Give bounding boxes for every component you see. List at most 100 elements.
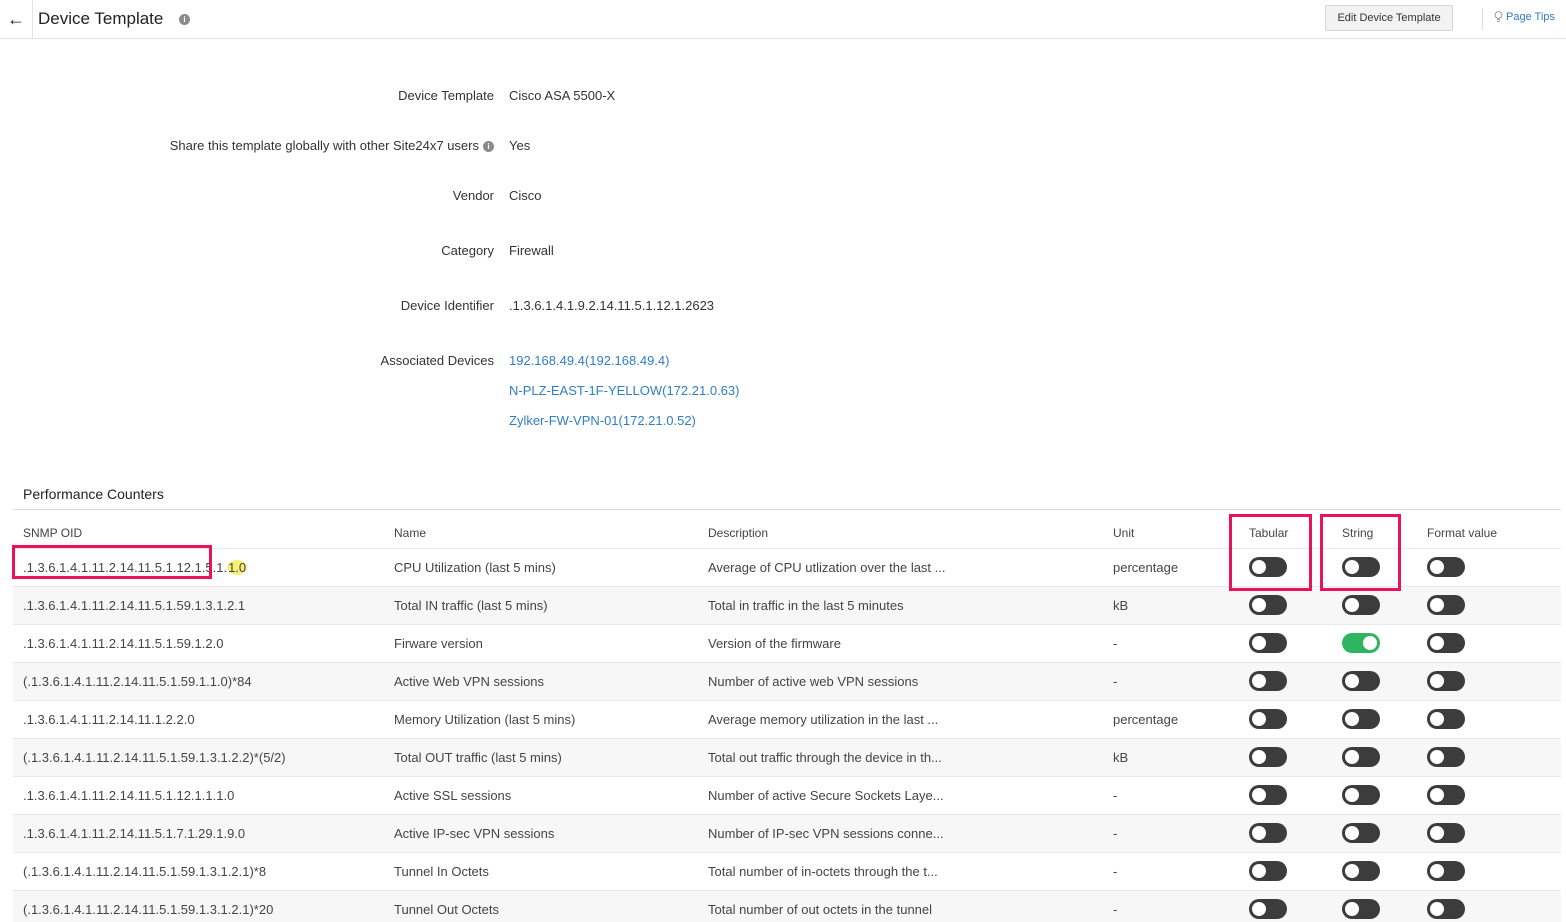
format-value-toggle[interactable]: [1427, 823, 1465, 843]
info-icon[interactable]: i: [483, 141, 494, 152]
device-identifier-value: .1.3.6.1.4.1.9.2.14.11.5.1.12.1.2623: [509, 298, 715, 313]
counter-unit-cell: kB: [1113, 598, 1129, 613]
counter-unit-cell: kB: [1113, 750, 1129, 765]
toggle-knob: [1430, 636, 1444, 650]
counter-name-cell: Active IP-sec VPN sessions: [394, 826, 555, 841]
snmp-oid-cell: .1.3.6.1.4.1.11.2.14.11.5.1.12.1.5.1.1.0: [23, 549, 383, 586]
tabular-toggle[interactable]: [1249, 557, 1287, 577]
tabular-toggle[interactable]: [1249, 899, 1287, 919]
format-value-toggle[interactable]: [1427, 671, 1465, 691]
snmp-oid-cell: .1.3.6.1.4.1.11.2.14.11.5.1.7.1.29.1.9.0: [23, 815, 383, 852]
counter-unit-cell: percentage: [1113, 712, 1179, 727]
string-toggle[interactable]: [1342, 671, 1380, 691]
column-header-name: Name: [394, 526, 427, 540]
page-tips-link[interactable]: Page Tips: [1494, 11, 1555, 23]
string-toggle[interactable]: [1342, 899, 1380, 919]
associated-device-link[interactable]: N-PLZ-EAST-1F-YELLOW(172.21.0.63): [509, 383, 739, 398]
info-icon[interactable]: i: [179, 14, 190, 25]
string-toggle[interactable]: [1342, 785, 1380, 805]
snmp-oid-cell: (.1.3.6.1.4.1.11.2.14.11.5.1.59.1.3.1.2.…: [23, 853, 383, 890]
toggle-knob: [1430, 902, 1444, 916]
snmp-oid-cell: .1.3.6.1.4.1.11.2.14.11.1.2.2.0: [23, 701, 383, 738]
counter-unit-cell: -: [1113, 864, 1118, 879]
counter-description-cell: Version of the firmware: [708, 636, 841, 651]
counter-unit-cell: percentage: [1113, 560, 1179, 575]
toggle-knob: [1252, 598, 1266, 612]
associated-device-link[interactable]: Zylker-FW-VPN-01(172.21.0.52): [509, 413, 696, 428]
tabular-toggle[interactable]: [1249, 709, 1287, 729]
counter-description-cell: Total number of in-octets through the t.…: [708, 864, 938, 879]
counter-name-cell: Total IN traffic (last 5 mins): [394, 598, 548, 613]
format-value-toggle[interactable]: [1427, 747, 1465, 767]
counter-description-cell: Average memory utilization in the last .…: [708, 712, 939, 727]
toggle-knob: [1252, 636, 1266, 650]
toggle-knob: [1252, 788, 1266, 802]
format-value-toggle[interactable]: [1427, 861, 1465, 881]
column-header-string: String: [1342, 526, 1374, 540]
string-toggle[interactable]: [1342, 747, 1380, 767]
edit-device-template-button[interactable]: Edit Device Template: [1325, 5, 1453, 31]
string-toggle[interactable]: [1342, 861, 1380, 881]
share-label: Share this template globally with other …: [170, 138, 494, 153]
toggle-knob: [1345, 674, 1359, 688]
string-toggle[interactable]: [1342, 709, 1380, 729]
counter-unit-cell: -: [1113, 826, 1118, 841]
table-row: .1.3.6.1.4.1.11.2.14.11.5.1.12.1.1.1.0 Ac…: [13, 777, 1561, 815]
format-value-toggle[interactable]: [1427, 785, 1465, 805]
snmp-oid-text: (.1.3.6.1.4.1.11.2.14.11.5.1.59.1.3.1.2.…: [23, 902, 274, 917]
format-value-toggle[interactable]: [1427, 633, 1465, 653]
snmp-oid-text: (.1.3.6.1.4.1.11.2.14.11.5.1.59.1.1.0)*8…: [23, 674, 252, 689]
toggle-knob: [1430, 598, 1444, 612]
toggle-knob: [1345, 712, 1359, 726]
string-toggle[interactable]: [1342, 595, 1380, 615]
category-value: Firewall: [509, 243, 554, 258]
string-toggle[interactable]: [1342, 557, 1380, 577]
counter-description-cell: Average of CPU utlization over the last …: [708, 560, 946, 575]
column-header-format-value: Format value: [1427, 526, 1498, 540]
tabular-toggle[interactable]: [1249, 823, 1287, 843]
counter-description-cell: Number of IP-sec VPN sessions conne...: [708, 826, 944, 841]
string-toggle[interactable]: [1342, 823, 1380, 843]
divider: [13, 509, 1561, 510]
tabular-toggle[interactable]: [1249, 671, 1287, 691]
section-title: Performance Counters: [23, 486, 164, 502]
back-arrow-icon[interactable]: ←: [0, 0, 33, 39]
format-value-toggle[interactable]: [1427, 899, 1465, 919]
tabular-toggle[interactable]: [1249, 861, 1287, 881]
vendor-value: Cisco: [509, 188, 542, 203]
toggle-knob: [1430, 864, 1444, 878]
snmp-oid-cell: (.1.3.6.1.4.1.11.2.14.11.5.1.59.1.1.0)*8…: [23, 663, 383, 700]
snmp-oid-cell: .1.3.6.1.4.1.11.2.14.11.5.1.12.1.1.1.0: [23, 777, 383, 814]
counter-unit-cell: -: [1113, 636, 1118, 651]
table-row: (.1.3.6.1.4.1.11.2.14.11.5.1.59.1.3.1.2.…: [13, 853, 1561, 891]
counter-description-cell: Total in traffic in the last 5 minutes: [708, 598, 904, 613]
snmp-oid-highlight: 1.0: [227, 560, 248, 575]
counter-name-cell: Tunnel In Octets: [394, 864, 489, 879]
table-row: .1.3.6.1.4.1.11.2.14.11.5.1.59.1.2.0 Firw…: [13, 625, 1561, 663]
format-value-toggle[interactable]: [1427, 595, 1465, 615]
string-toggle[interactable]: [1342, 633, 1380, 653]
table-row: .1.3.6.1.4.1.11.2.14.11.1.2.2.0 Memory Ut…: [13, 701, 1561, 739]
column-header-snmp-oid: SNMP OID: [23, 526, 83, 540]
snmp-oid-cell: (.1.3.6.1.4.1.11.2.14.11.5.1.59.1.3.1.2.…: [23, 891, 383, 922]
toggle-knob: [1430, 674, 1444, 688]
format-value-toggle[interactable]: [1427, 557, 1465, 577]
toggle-knob: [1345, 560, 1359, 574]
associated-device-link[interactable]: 192.168.49.4(192.168.49.4): [509, 353, 669, 368]
snmp-oid-text: .1.3.6.1.4.1.11.2.14.11.1.2.2.0: [23, 712, 195, 727]
toggle-knob: [1345, 864, 1359, 878]
tabular-toggle[interactable]: [1249, 595, 1287, 615]
tabular-toggle[interactable]: [1249, 785, 1287, 805]
toggle-knob: [1345, 788, 1359, 802]
tabular-toggle[interactable]: [1249, 747, 1287, 767]
toggle-knob: [1430, 712, 1444, 726]
counter-name-cell: Firware version: [394, 636, 483, 651]
tabular-toggle[interactable]: [1249, 633, 1287, 653]
snmp-oid-cell: .1.3.6.1.4.1.11.2.14.11.5.1.59.1.2.0: [23, 625, 383, 662]
header-bar: ← Device Template i Edit Device Template…: [0, 0, 1566, 39]
column-header-description: Description: [708, 526, 769, 540]
table-row: (.1.3.6.1.4.1.11.2.14.11.5.1.59.1.3.1.2.…: [13, 739, 1561, 777]
toggle-knob: [1252, 674, 1266, 688]
counter-unit-cell: -: [1113, 674, 1118, 689]
format-value-toggle[interactable]: [1427, 709, 1465, 729]
